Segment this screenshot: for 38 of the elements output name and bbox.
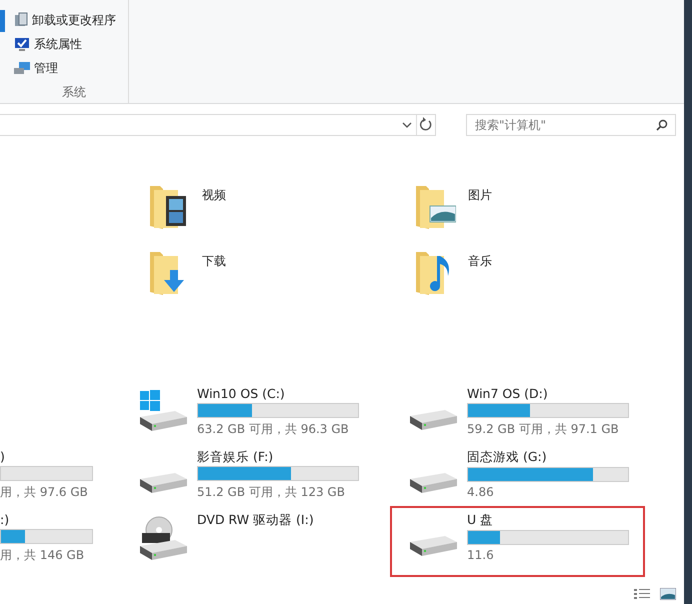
program-box-icon	[13, 12, 29, 28]
search-field[interactable]: 搜索"计算机"	[466, 114, 676, 136]
hard-drive-icon	[140, 473, 187, 493]
drive-name[interactable]: 影音娱乐 (F:)	[197, 449, 274, 464]
computer-manage-icon	[13, 60, 31, 76]
ribbon-command[interactable]: 卸载或更改程序	[8, 8, 128, 32]
hard-drive-icon	[410, 473, 457, 493]
folder-name[interactable]: 视频	[202, 187, 226, 204]
drive-name[interactable]: )	[0, 449, 5, 464]
search-icon[interactable]	[656, 119, 668, 131]
folder-name[interactable]: 音乐	[468, 253, 492, 270]
hard-drive-icon	[410, 410, 457, 430]
drive-size: 用，共 97.6 GB	[0, 484, 89, 501]
ribbon-command[interactable]: 系统属性	[8, 32, 128, 56]
drive-name[interactable]: DVD RW 驱动器 (I:)	[197, 512, 314, 527]
drive-size: 11.6	[467, 548, 495, 562]
hard-drive-icon	[410, 536, 457, 556]
drive-name[interactable]: Win7 OS (D:)	[467, 386, 548, 401]
folder-name[interactable]: 下载	[202, 253, 226, 270]
folder-name[interactable]: 图片	[468, 187, 492, 204]
details-view-icon[interactable]	[634, 588, 650, 600]
address-field[interactable]	[0, 114, 436, 136]
drive-size: 63.2 GB 可用，共 96.3 GB	[197, 421, 350, 438]
chevron-down-icon[interactable]	[402, 121, 412, 129]
drive-name[interactable]: :)	[0, 512, 10, 527]
dvd-drive-icon	[140, 516, 187, 560]
drive-size: 59.2 GB 可用，共 97.1 GB	[467, 421, 620, 438]
drive-name[interactable]: 固态游戏 (G:)	[467, 449, 547, 464]
system-drive-icon	[140, 390, 187, 431]
drive-name[interactable]: U 盘	[467, 512, 494, 527]
drive-size: 4.86	[467, 485, 495, 499]
monitor-check-icon	[13, 36, 31, 52]
large-icons-view-icon[interactable]	[660, 588, 676, 600]
ribbon-command[interactable]: 管理	[8, 56, 128, 80]
ribbon-group-label: 系统	[61, 84, 87, 101]
drive-size: 用，共 146 GB	[0, 547, 86, 564]
drive-name[interactable]: Win10 OS (C:)	[197, 386, 285, 401]
drive-size: 51.2 GB 可用，共 123 GB	[197, 484, 346, 501]
